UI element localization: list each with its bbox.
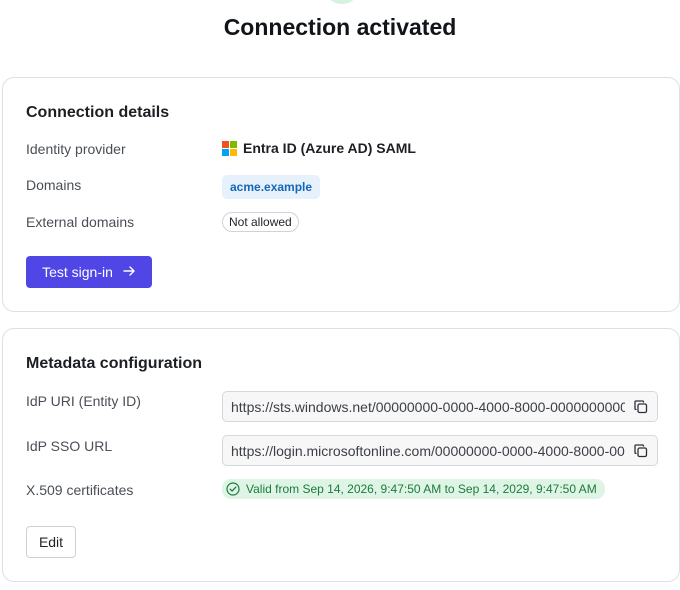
arrow-right-icon [123,265,136,279]
idp-sso-url-input[interactable] [223,436,625,465]
idp-sso-url-field [222,435,658,466]
copy-icon [634,399,648,413]
idp-sso-url-label: IdP SSO URL [26,438,113,454]
identity-provider-label: Identity provider [26,141,126,157]
certificates-label: X.509 certificates [26,482,134,498]
edit-button[interactable]: Edit [26,526,76,558]
idp-uri-label: IdP URI (Entity ID) [26,393,141,409]
identity-provider-value: Entra ID (Azure AD) SAML [222,140,416,156]
success-indicator [325,0,359,4]
domains-label: Domains [26,177,82,193]
external-domains-value: Not allowed [222,212,299,232]
connection-details-card: Connection details Identity provider Ent… [2,77,680,312]
idp-uri-input[interactable] [223,392,625,421]
external-domains-status-badge: Not allowed [222,212,299,232]
microsoft-logo-icon [222,140,237,156]
domains-value: acme.example [222,175,321,199]
copy-idp-uri-button[interactable] [625,392,657,421]
identity-provider-name: Entra ID (Azure AD) SAML [243,140,416,156]
metadata-configuration-heading: Metadata configuration [26,355,203,372]
page-title: Connection activated [223,14,457,40]
certificate-validity-text: Valid from Sep 14, 2026, 9:47:50 AM to S… [246,482,597,496]
idp-uri-field [222,391,658,422]
domain-chip: acme.example [222,175,321,199]
certificate-validity-badge: Valid from Sep 14, 2026, 9:47:50 AM to S… [222,479,605,499]
external-domains-label: External domains [26,214,135,230]
copy-icon [634,443,648,457]
test-sign-in-button[interactable]: Test sign-in [26,256,152,288]
check-circle-icon [226,482,240,496]
copy-idp-sso-url-button[interactable] [625,436,657,465]
test-sign-in-label: Test sign-in [42,264,113,280]
connection-details-heading: Connection details [26,104,170,121]
metadata-configuration-card: Metadata configuration IdP URI (Entity I… [2,328,680,582]
